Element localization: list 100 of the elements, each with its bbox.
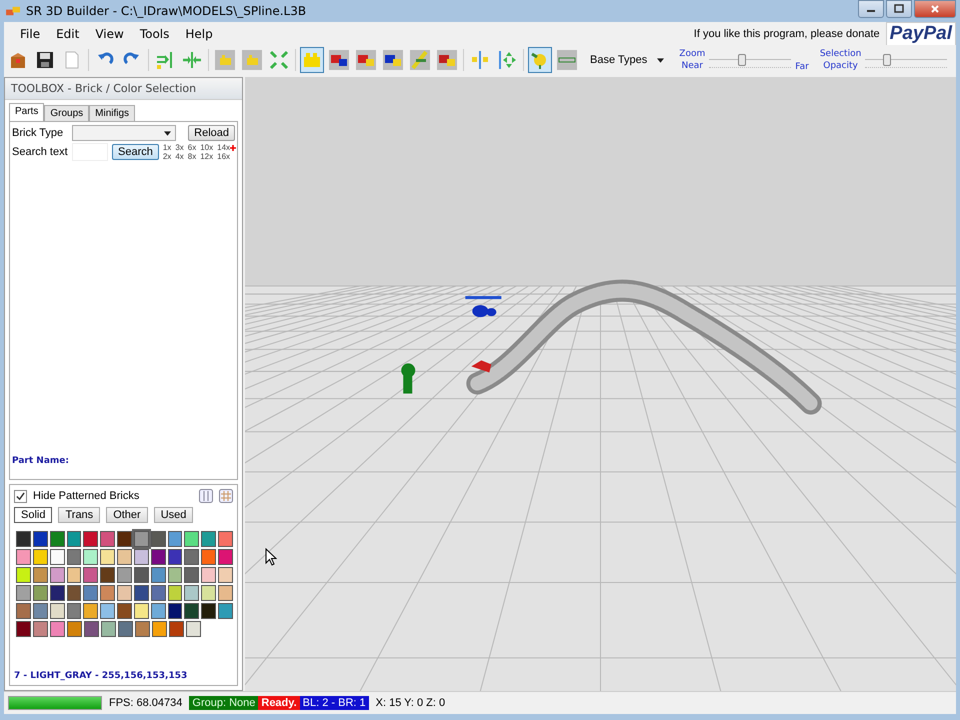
zoom-multiplier[interactable]: 6x (188, 143, 196, 152)
color-swatch[interactable] (168, 549, 182, 565)
color-swatch[interactable] (83, 585, 98, 601)
zoom-multiplier[interactable]: 2x (162, 152, 172, 161)
color-tab[interactable]: Used (154, 507, 194, 523)
color-swatch[interactable] (169, 621, 184, 637)
color-swatch[interactable] (168, 603, 182, 619)
color-swatch[interactable] (16, 585, 31, 601)
minimize-button[interactable] (858, 0, 884, 18)
menu-item[interactable]: Edit (48, 26, 88, 40)
color-swatch[interactable] (50, 603, 65, 619)
color-swatch[interactable] (168, 531, 182, 547)
color-swatch[interactable] (150, 603, 166, 619)
color-swatch[interactable] (83, 549, 98, 565)
color-swatch[interactable] (66, 567, 82, 583)
beam-button[interactable] (408, 47, 432, 73)
color-swatch[interactable] (66, 531, 82, 547)
zoom-multiplier[interactable]: 12x (200, 152, 214, 161)
color-swatch[interactable] (218, 567, 233, 583)
menu-item[interactable]: File (12, 26, 48, 40)
color-swatch[interactable] (201, 585, 216, 601)
plate-button[interactable] (555, 47, 579, 73)
color-swatch[interactable] (184, 603, 200, 619)
color-swatch[interactable] (150, 567, 166, 583)
color-swatch[interactable] (117, 585, 132, 601)
color-swatch[interactable] (201, 603, 216, 619)
color-swatch[interactable] (32, 567, 48, 583)
color-swatch[interactable] (152, 621, 167, 637)
zoom-multiplier[interactable]: 10x (200, 143, 214, 152)
color-swatch[interactable] (168, 585, 182, 601)
zoom-multiplier[interactable]: 8x (188, 152, 196, 161)
color-swatch[interactable] (117, 567, 132, 583)
color-swatch[interactable] (134, 603, 149, 619)
color-swatch[interactable] (117, 603, 132, 619)
color-swatch[interactable] (16, 621, 31, 637)
color-swatch[interactable] (218, 531, 233, 547)
color-swatch[interactable] (184, 549, 200, 565)
color-swatch[interactable] (150, 531, 166, 547)
color-swatch[interactable] (117, 549, 132, 565)
color-swatch[interactable] (50, 549, 65, 565)
zoom-multiplier[interactable]: 1x (162, 143, 172, 152)
color-swatch[interactable] (32, 549, 48, 565)
reload-button[interactable]: Reload (188, 125, 235, 141)
color-swatch[interactable] (16, 603, 31, 619)
palette-view-icon[interactable] (219, 489, 233, 503)
maximize-button[interactable] (886, 0, 912, 18)
color-swatch[interactable] (218, 549, 233, 565)
color-swatch[interactable] (201, 549, 216, 565)
color-swatch[interactable] (50, 621, 65, 637)
color-swatch[interactable] (32, 531, 48, 547)
color-swatch[interactable] (100, 585, 116, 601)
color-swatch[interactable] (50, 531, 65, 547)
color-swatch[interactable] (134, 531, 149, 547)
color-swatch[interactable] (218, 585, 233, 601)
color-tab[interactable]: Trans (58, 507, 100, 523)
tab[interactable]: Minifigs (89, 105, 136, 121)
color-swatch[interactable] (84, 621, 99, 637)
color-swatch[interactable] (150, 585, 166, 601)
menu-item[interactable]: View (87, 26, 132, 40)
color-swatch[interactable] (83, 531, 98, 547)
color-swatch[interactable] (32, 585, 48, 601)
close-button[interactable] (914, 0, 956, 18)
color-swatch[interactable] (134, 549, 149, 565)
color-tab[interactable]: Other (106, 507, 148, 523)
color-swatch[interactable] (100, 549, 116, 565)
color-swatch[interactable] (16, 567, 31, 583)
color-swatch[interactable] (184, 531, 200, 547)
color-swatch[interactable] (150, 549, 166, 565)
color-swatch[interactable] (100, 531, 116, 547)
search-button[interactable]: Search (112, 144, 159, 160)
color-swatch[interactable] (100, 567, 116, 583)
bricks-button[interactable] (435, 47, 459, 73)
menu-item[interactable]: Help (177, 26, 221, 40)
color-swatch[interactable] (168, 567, 182, 583)
color-swatch[interactable] (201, 531, 216, 547)
light-button[interactable] (528, 47, 552, 73)
color-swatch[interactable] (184, 567, 200, 583)
color-swatch[interactable] (66, 585, 82, 601)
bricks-button[interactable] (354, 47, 378, 73)
color-swatch[interactable] (16, 549, 31, 565)
color-swatch[interactable] (186, 621, 201, 637)
color-swatch[interactable] (134, 585, 149, 601)
tab[interactable]: Groups (44, 105, 90, 121)
color-swatch[interactable] (33, 621, 48, 637)
zoom-multiplier[interactable]: 3x (175, 143, 184, 152)
color-swatch[interactable] (66, 549, 82, 565)
hide-patterned-checkbox[interactable] (14, 490, 27, 502)
color-swatch[interactable] (134, 567, 149, 583)
color-swatch[interactable] (67, 621, 82, 637)
color-swatch[interactable] (117, 531, 132, 547)
color-swatch[interactable] (50, 567, 65, 583)
color-swatch[interactable] (201, 567, 216, 583)
color-swatch[interactable] (184, 585, 200, 601)
color-swatch[interactable] (101, 621, 116, 637)
color-swatch[interactable] (83, 567, 98, 583)
color-swatch[interactable] (135, 621, 150, 637)
color-swatch[interactable] (100, 603, 116, 619)
color-swatch[interactable] (50, 585, 65, 601)
color-swatch[interactable] (66, 603, 82, 619)
color-swatch[interactable] (32, 603, 48, 619)
